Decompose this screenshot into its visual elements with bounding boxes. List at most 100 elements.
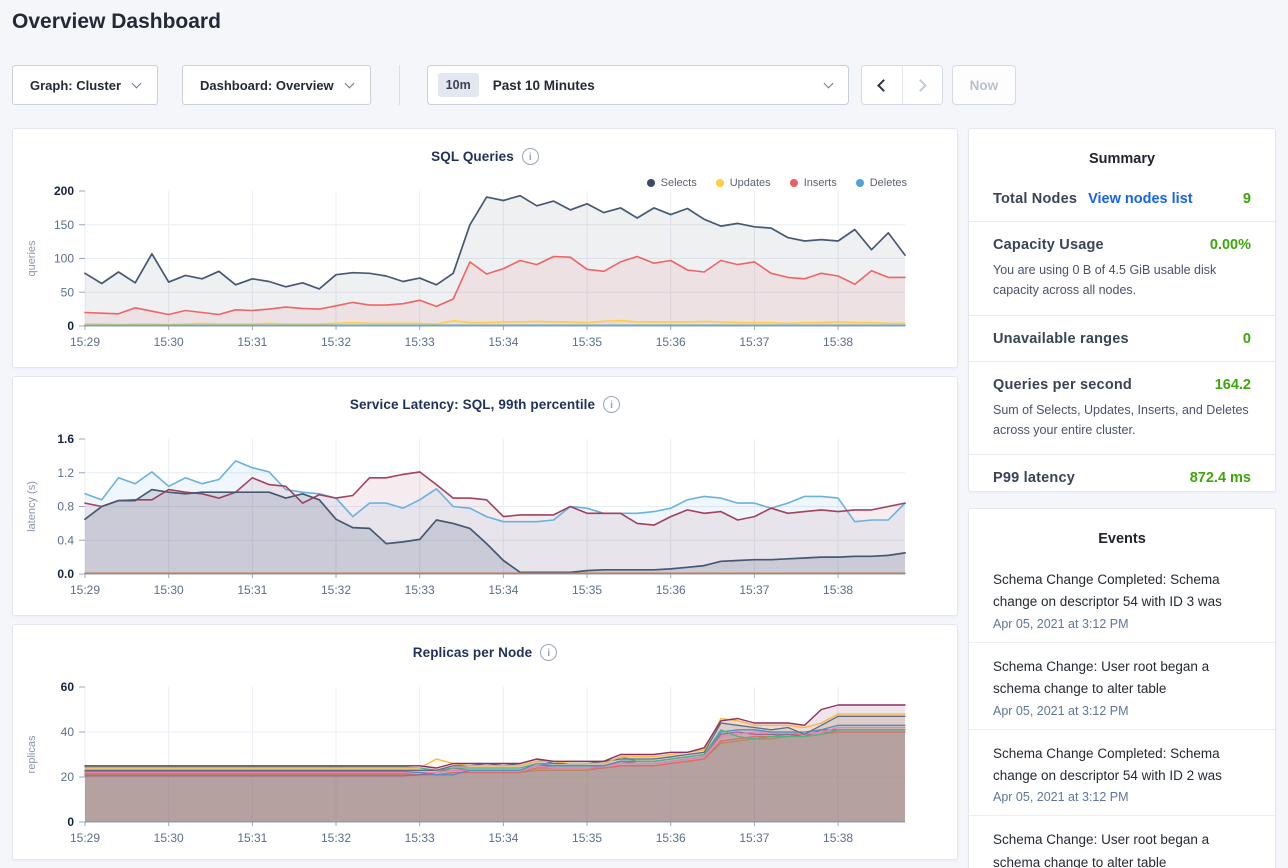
svg-text:15:34: 15:34 [488,831,518,845]
time-range-dropdown[interactable]: 10m Past 10 Minutes [427,65,849,105]
legend-label: Inserts [804,177,837,189]
svg-text:200: 200 [54,184,74,198]
legend-label: Selects [661,177,697,189]
svg-text:15:29: 15:29 [70,583,100,597]
svg-text:20: 20 [61,770,75,784]
event-text: Schema Change Completed: Schema change o… [993,743,1251,788]
toolbar: Graph: Cluster Dashboard: Overview 10m P… [12,65,1016,105]
event-text: Schema Change Completed: Schema change o… [993,569,1251,614]
event-item[interactable]: Schema Change: User root began a schema … [969,815,1275,868]
graph-dropdown-label: Graph: Cluster [30,78,121,93]
unavailable-ranges-value: 0 [1243,331,1251,347]
svg-text:15:31: 15:31 [237,583,267,597]
legend-item-inserts[interactable]: Inserts [790,177,837,189]
event-item[interactable]: Schema Change Completed: Schema change o… [969,729,1275,816]
time-step-buttons [861,65,943,105]
legend-label: Updates [730,177,771,189]
svg-text:0.8: 0.8 [57,500,74,514]
svg-text:15:32: 15:32 [321,583,351,597]
service-latency-chart[interactable]: 15:2915:3015:3115:3215:3315:3415:3515:36… [13,417,957,605]
svg-text:15:38: 15:38 [823,335,853,349]
svg-text:15:30: 15:30 [154,583,184,597]
svg-text:15:29: 15:29 [70,831,100,845]
total-nodes-label: Total Nodes [993,191,1077,207]
chevron-down-icon [132,78,142,88]
replicas-per-node-chart[interactable]: 15:2915:3015:3115:3215:3315:3415:3515:36… [13,665,957,853]
time-range-badge: 10m [438,73,479,97]
legend-dot [856,179,864,187]
legend-label: Deletes [870,177,907,189]
event-text: Schema Change: User root began a schema … [993,829,1251,868]
dashboard-dropdown-label: Dashboard: Overview [200,78,334,93]
chart-panel-service-latency: Service Latency: SQL, 99th percentile i … [12,376,958,616]
svg-text:100: 100 [54,252,74,266]
svg-text:queries: queries [26,240,38,277]
event-item[interactable]: Schema Change Completed: Schema change o… [969,556,1275,642]
summary-panel: Summary Total Nodes View nodes list 9 Ca… [968,128,1276,492]
sidebar: Summary Total Nodes View nodes list 9 Ca… [968,128,1276,868]
event-item[interactable]: Schema Change: User root began a schema … [969,642,1275,729]
summary-row-p99: P99 latency 872.4 ms [969,455,1275,500]
time-forward-button[interactable] [902,66,942,104]
summary-row-total-nodes: Total Nodes View nodes list 9 [969,176,1275,222]
legend-dot [716,179,724,187]
chart-legend: Selects Updates Inserts Deletes [647,177,907,189]
svg-text:15:33: 15:33 [405,335,435,349]
chevron-down-icon [823,78,833,88]
dashboard-dropdown[interactable]: Dashboard: Overview [182,65,371,105]
svg-text:15:31: 15:31 [237,335,267,349]
svg-text:15:32: 15:32 [321,335,351,349]
page-title: Overview Dashboard [12,10,221,34]
view-nodes-list-link[interactable]: View nodes list [1088,191,1193,207]
legend-item-selects[interactable]: Selects [647,177,697,189]
legend-item-updates[interactable]: Updates [716,177,771,189]
svg-text:15:34: 15:34 [488,335,518,349]
event-timestamp: Apr 05, 2021 at 3:12 PM [993,790,1251,804]
chart-title: Service Latency: SQL, 99th percentile [350,397,595,412]
svg-text:15:33: 15:33 [405,831,435,845]
svg-text:0.4: 0.4 [57,533,74,547]
svg-text:15:37: 15:37 [739,335,769,349]
svg-text:150: 150 [54,218,74,232]
chart-panel-replicas-per-node: Replicas per Node i 15:2915:3015:3115:32… [12,624,958,860]
info-icon[interactable]: i [540,644,557,661]
graph-dropdown[interactable]: Graph: Cluster [12,65,158,105]
total-nodes-value: 9 [1243,191,1251,207]
sql-queries-chart[interactable]: 15:2915:3015:3115:3215:3315:3415:3515:36… [13,169,957,357]
info-icon[interactable]: i [603,396,620,413]
unavailable-ranges-label: Unavailable ranges [993,331,1129,347]
summary-row-unavailable-ranges: Unavailable ranges 0 [969,316,1275,362]
capacity-usage-description: You are using 0 B of 4.5 GiB usable disk… [993,260,1251,301]
chart-panel-sql-queries: SQL Queries i SelectsUpdatesInsertsDelet… [12,128,958,368]
svg-text:1.6: 1.6 [57,432,74,446]
svg-text:15:34: 15:34 [488,583,518,597]
svg-text:15:37: 15:37 [739,583,769,597]
svg-text:replicas: replicas [26,735,38,773]
svg-text:15:29: 15:29 [70,335,100,349]
svg-text:15:36: 15:36 [656,831,686,845]
summary-title: Summary [969,129,1275,176]
svg-text:50: 50 [61,285,75,299]
svg-text:15:36: 15:36 [656,583,686,597]
capacity-usage-value: 0.00% [1210,237,1251,253]
time-back-button[interactable] [862,66,902,104]
chart-header: Service Latency: SQL, 99th percentile i [13,377,957,415]
events-title: Events [969,509,1275,556]
legend-item-deletes[interactable]: Deletes [856,177,907,189]
charts-column: SQL Queries i SelectsUpdatesInsertsDelet… [12,128,958,868]
chevron-right-icon [914,79,927,92]
svg-text:15:38: 15:38 [823,831,853,845]
svg-text:15:33: 15:33 [405,583,435,597]
svg-text:15:32: 15:32 [321,831,351,845]
p99-latency-value: 872.4 ms [1190,470,1251,486]
svg-text:latency (s): latency (s) [26,481,38,532]
chart-title: Replicas per Node [413,645,533,660]
p99-latency-label: P99 latency [993,470,1075,486]
svg-text:15:35: 15:35 [572,335,602,349]
now-button[interactable]: Now [952,65,1017,105]
svg-text:15:35: 15:35 [572,831,602,845]
svg-text:15:30: 15:30 [154,335,184,349]
summary-row-capacity: Capacity Usage 0.00% You are using 0 B o… [969,222,1275,316]
chevron-down-icon [344,78,354,88]
info-icon[interactable]: i [522,148,539,165]
